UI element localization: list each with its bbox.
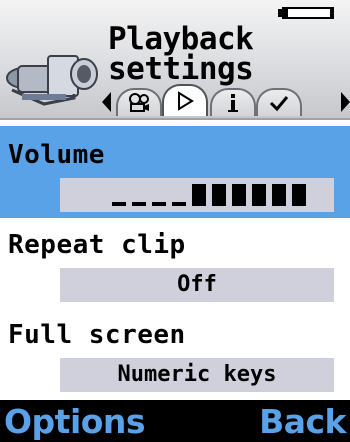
softkey-bar: Options Back [0,400,350,442]
back-softkey[interactable]: Back [259,404,346,440]
video-camera-icon [4,38,102,112]
volume-bar-empty [132,202,146,206]
film-reel-icon [127,93,151,113]
tab-bar [102,84,350,116]
header-pane: Playback settings [0,0,350,120]
volume-bar-filled [212,184,226,206]
volume-setting[interactable]: Volume [0,126,350,218]
repeat-clip-setting[interactable]: Repeat clip Off [0,222,350,306]
title-line-2: settings [108,51,254,87]
full-screen-setting[interactable]: Full screen Numeric keys [0,314,350,398]
title-line-1: Playback [108,21,254,57]
full-screen-label: Full screen [8,320,186,350]
repeat-clip-label: Repeat clip [8,230,186,260]
battery-level [284,9,288,17]
volume-bar-empty [152,202,166,206]
tab-playback[interactable] [162,84,208,116]
tab-right-arrow-icon[interactable] [341,92,350,112]
play-triangle-icon [175,91,195,111]
volume-level-bars [112,184,306,206]
volume-slider[interactable] [60,178,334,212]
repeat-clip-value[interactable]: Off [60,268,334,302]
volume-bar-filled [232,184,246,206]
tab-left-arrow-icon[interactable] [102,92,111,112]
volume-label: Volume [8,140,105,170]
tab-info[interactable] [210,88,256,116]
volume-bar-filled [292,184,306,206]
volume-bar-empty [112,202,126,206]
volume-bar-filled [192,184,206,206]
volume-bar-filled [252,184,266,206]
full-screen-value[interactable]: Numeric keys [60,358,334,392]
volume-bar-empty [172,202,186,206]
info-icon [226,93,240,113]
checkmark-icon [269,94,289,112]
tab-confirm[interactable] [256,88,302,116]
tab-film[interactable] [116,88,162,116]
page-title: Playback settings [108,21,278,87]
battery-indicator [282,7,334,19]
volume-bar-filled [272,184,286,206]
options-softkey[interactable]: Options [4,404,146,440]
